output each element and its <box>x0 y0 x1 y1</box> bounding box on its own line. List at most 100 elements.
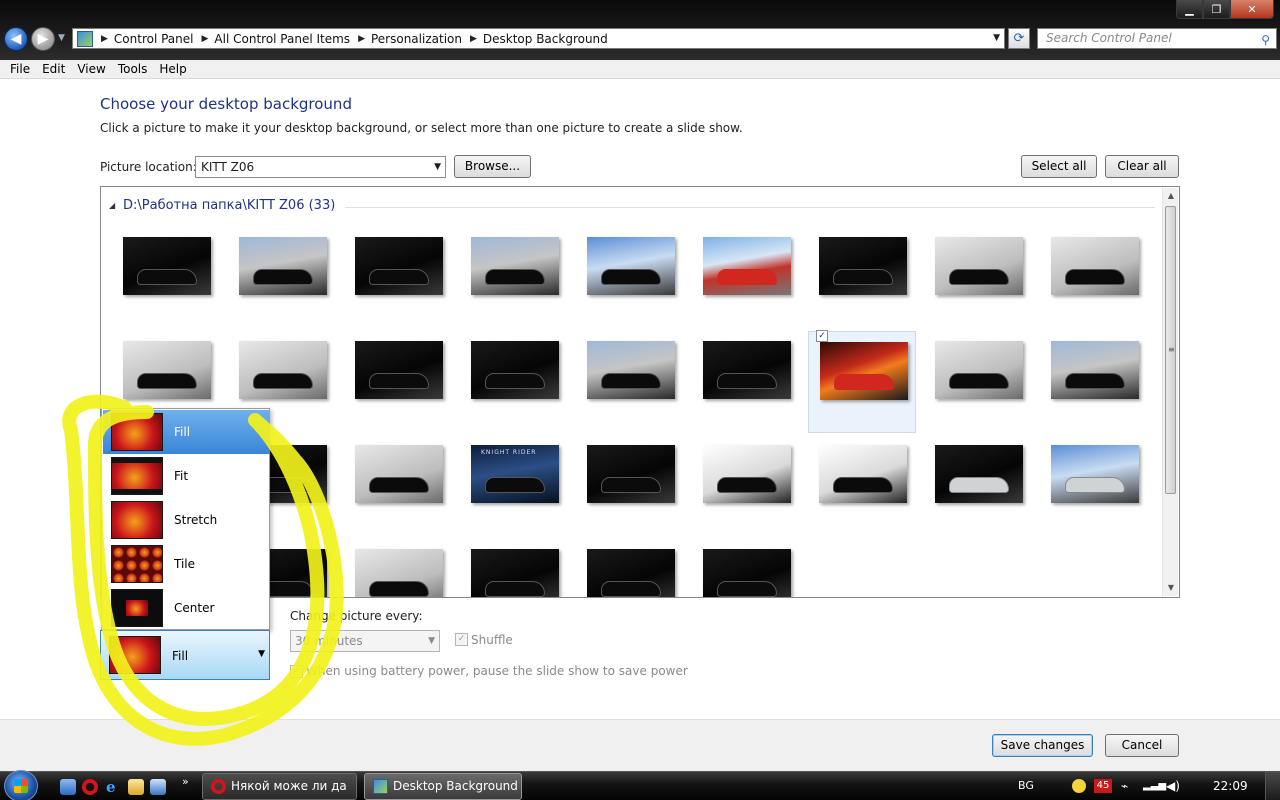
thumbnail-image[interactable] <box>587 341 675 399</box>
thumbnail-image[interactable]: ✓ <box>816 330 908 400</box>
start-button[interactable] <box>4 770 38 800</box>
interval-select[interactable]: 30 minutes ▼ <box>290 630 440 652</box>
wallpaper-thumbnail[interactable] <box>924 331 1032 433</box>
recent-pages-dropdown[interactable]: ▼ <box>58 33 65 43</box>
clock[interactable]: 22:09 <box>1213 779 1248 793</box>
wallpaper-thumbnail[interactable] <box>344 227 452 329</box>
scroll-thumb[interactable]: ≡ <box>1165 206 1176 494</box>
wallpaper-thumbnail[interactable] <box>692 435 800 537</box>
folder-icon[interactable] <box>128 779 144 795</box>
wallpaper-thumbnail[interactable] <box>576 227 684 329</box>
wallpaper-thumbnail[interactable] <box>460 331 568 433</box>
forward-button[interactable]: ▶ <box>31 27 55 51</box>
clear-all-button[interactable]: Clear all <box>1105 155 1179 178</box>
address-bar[interactable]: ▶ Control Panel ▶ All Control Panel Item… <box>72 28 1005 49</box>
refresh-button[interactable]: ⟳ <box>1008 28 1030 49</box>
position-option-stretch[interactable]: Stretch <box>103 498 270 542</box>
chevron-right-icon[interactable]: ▶ <box>358 34 365 44</box>
chevron-down-icon[interactable]: ▼ <box>993 33 1000 43</box>
select-all-button[interactable]: Select all <box>1021 155 1097 178</box>
close-button[interactable]: ✕ <box>1230 0 1274 19</box>
wallpaper-thumbnail[interactable] <box>344 435 452 537</box>
wallpaper-thumbnail[interactable] <box>1040 227 1148 329</box>
network-signal-icon[interactable]: ▂▃▅ <box>1143 779 1166 793</box>
menu-edit[interactable]: Edit <box>36 62 71 76</box>
wallpaper-thumbnail[interactable]: KNIGHT RIDER <box>460 435 568 537</box>
breadcrumb-desktop-background[interactable]: Desktop Background <box>483 32 608 46</box>
wallpaper-thumbnail[interactable] <box>344 331 452 433</box>
internet-explorer-icon[interactable]: e <box>106 779 122 795</box>
wallpaper-thumbnail[interactable] <box>692 539 800 597</box>
thumbnail-image[interactable] <box>239 237 327 295</box>
back-button[interactable]: ◀ <box>4 27 28 51</box>
thumbnail-image[interactable] <box>703 341 791 399</box>
wallpaper-thumbnail[interactable] <box>112 227 220 329</box>
thumbnail-checkbox[interactable]: ✓ <box>816 330 828 342</box>
picture-location-select[interactable]: KITT Z06 ▼ <box>195 156 446 178</box>
position-option-center[interactable]: Center <box>103 586 270 630</box>
wallpaper-thumbnail[interactable] <box>460 227 568 329</box>
wallpaper-thumbnail[interactable] <box>924 227 1032 329</box>
thumbnail-image[interactable] <box>587 549 675 597</box>
breadcrumb-all-items[interactable]: All Control Panel Items <box>214 32 350 46</box>
wallpaper-thumbnail[interactable] <box>576 539 684 597</box>
wallpaper-thumbnail[interactable] <box>228 227 336 329</box>
wallpaper-thumbnail[interactable] <box>576 331 684 433</box>
breadcrumb-control-panel[interactable]: Control Panel <box>114 32 194 46</box>
thumbnail-image[interactable] <box>1051 445 1139 503</box>
wallpaper-thumbnail[interactable] <box>692 227 800 329</box>
save-changes-button[interactable]: Save changes <box>992 734 1093 757</box>
scroll-down-arrow-icon[interactable]: ▼ <box>1163 580 1179 596</box>
thumbnail-image[interactable] <box>1051 237 1139 295</box>
thumbnail-image[interactable] <box>587 445 675 503</box>
browse-button[interactable]: Browse... <box>454 155 531 178</box>
thumbnail-image[interactable] <box>355 549 443 597</box>
notification-icon[interactable] <box>1072 779 1086 793</box>
thumbnail-image[interactable] <box>819 445 907 503</box>
power-icon[interactable]: ⌁ <box>1121 779 1135 793</box>
wallpaper-thumbnail[interactable] <box>344 539 452 597</box>
thumbnail-image[interactable] <box>239 341 327 399</box>
thumbnail-image[interactable] <box>703 237 791 295</box>
position-option-fit[interactable]: Fit <box>103 454 270 498</box>
wallpaper-thumbnail[interactable] <box>808 227 916 329</box>
tray-badge-icon[interactable]: 45 <box>1094 779 1112 793</box>
position-option-fill[interactable]: Fill <box>103 410 270 454</box>
thumbnail-image[interactable] <box>355 237 443 295</box>
chevron-right-icon[interactable]: ▶ <box>202 34 209 44</box>
chevron-right-icon[interactable]: ▶ <box>101 34 108 44</box>
maximize-button[interactable]: ❐ <box>1203 0 1230 19</box>
breadcrumb-personalization[interactable]: Personalization <box>371 32 462 46</box>
wallpaper-thumbnail[interactable] <box>924 435 1032 537</box>
thumbnail-image[interactable] <box>355 341 443 399</box>
thumbnail-image[interactable] <box>819 237 907 295</box>
thumbnail-image[interactable] <box>1051 341 1139 399</box>
menu-view[interactable]: View <box>71 62 111 76</box>
taskbar-button-opera[interactable]: Някой може ли да ... <box>202 773 357 800</box>
thumbnail-image[interactable] <box>935 445 1023 503</box>
opera-icon[interactable] <box>82 779 98 795</box>
picture-position-select[interactable]: Fill ▼ <box>100 630 270 680</box>
thumbnail-image[interactable] <box>471 237 559 295</box>
search-input[interactable]: Search Control Panel ⚲ <box>1037 28 1277 49</box>
chevron-right-icon[interactable]: ▶ <box>470 34 477 44</box>
wallpaper-thumbnail[interactable] <box>808 435 916 537</box>
battery-checkbox[interactable]: ✓ <box>290 665 303 678</box>
collapse-triangle-icon[interactable]: ◢ <box>109 201 115 210</box>
language-indicator[interactable]: BG <box>1018 779 1034 792</box>
thumbnail-image[interactable] <box>703 549 791 597</box>
search-icon[interactable]: ⚲ <box>1261 31 1270 50</box>
cancel-button[interactable]: Cancel <box>1105 734 1179 757</box>
show-desktop-button[interactable] <box>1265 772 1280 800</box>
volume-icon[interactable]: ◀) <box>1166 779 1180 793</box>
wallpaper-thumbnail[interactable] <box>576 435 684 537</box>
thumbnail-image[interactable] <box>123 341 211 399</box>
show-desktop-icon[interactable] <box>60 779 76 795</box>
app-icon[interactable] <box>150 779 166 795</box>
menu-file[interactable]: File <box>4 62 36 76</box>
menu-tools[interactable]: Tools <box>112 62 154 76</box>
taskbar-button-desktop-background[interactable]: Desktop Background <box>364 773 522 800</box>
thumbnail-image[interactable] <box>471 549 559 597</box>
thumbnail-image[interactable] <box>703 445 791 503</box>
thumbnail-image[interactable] <box>471 341 559 399</box>
